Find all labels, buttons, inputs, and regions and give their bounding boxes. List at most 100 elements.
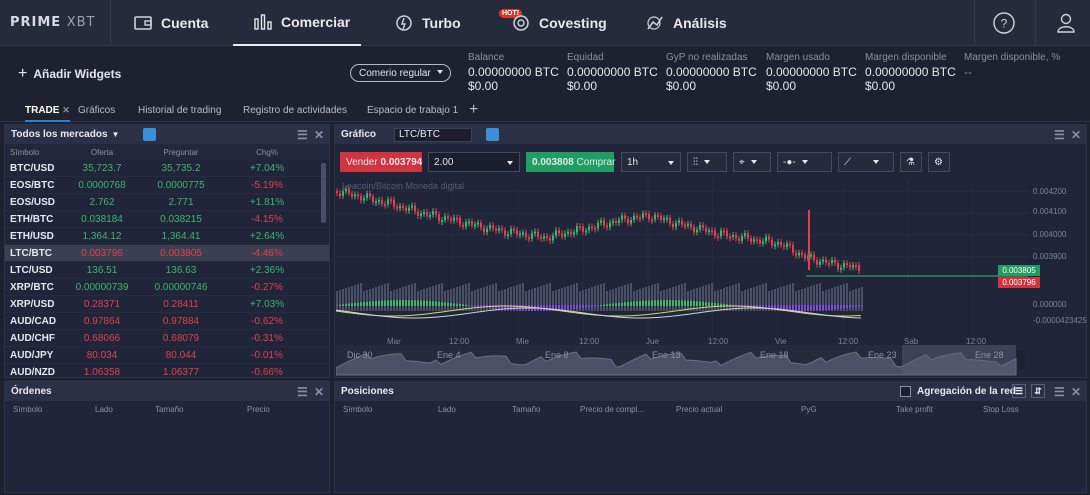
nav-cuenta[interactable]: Cuenta: [133, 0, 208, 46]
menu-icon[interactable]: ☰: [1054, 128, 1065, 142]
menu-icon[interactable]: ☰: [297, 385, 308, 399]
market-bid[interactable]: 0.28371: [63, 299, 141, 310]
tab-registro[interactable]: Registro de actividades: [243, 105, 347, 116]
col-size[interactable]: Tamaño: [155, 405, 247, 414]
market-ask[interactable]: 0.68079: [141, 333, 221, 344]
close-icon[interactable]: ✕: [1071, 385, 1081, 399]
market-row[interactable]: XRP/USD 0.28371 0.28411 +7.03%: [5, 296, 329, 313]
market-ask[interactable]: 136.63: [141, 265, 221, 276]
market-row[interactable]: ETH/USD 1,364.12 1,364.41 +2.64%: [5, 228, 329, 245]
trade-mode-select[interactable]: Comerio regular: [350, 64, 451, 82]
col-size[interactable]: Tamaño: [512, 405, 540, 414]
quantity-input[interactable]: 2.00: [428, 152, 520, 172]
col-stop-loss[interactable]: Stop Loss: [983, 405, 1019, 414]
close-icon[interactable]: ✕: [1071, 128, 1081, 142]
market-ask[interactable]: 2.771: [141, 197, 221, 208]
market-bid[interactable]: 0.00000739: [63, 282, 141, 293]
buy-button[interactable]: 0.003808 Comprar: [526, 152, 615, 172]
market-row[interactable]: ETH/BTC 0.038184 0.038215 -4.15%: [5, 211, 329, 228]
market-row[interactable]: AUD/CHF 0.68066 0.68079 -0.31%: [5, 330, 329, 347]
interval-select[interactable]: 1h: [621, 152, 681, 172]
col-current-price[interactable]: Precio actual: [676, 405, 722, 414]
settings-icon[interactable]: [143, 128, 157, 141]
sort-icon[interactable]: ⇵: [1031, 384, 1045, 398]
close-icon[interactable]: ✕: [314, 128, 324, 142]
market-row[interactable]: BTC/USD 35,723.7 35,735.2 +7.04%: [5, 160, 329, 177]
market-bid[interactable]: 1,364.12: [63, 231, 141, 242]
col-bid[interactable]: Oferta: [63, 148, 141, 157]
market-row[interactable]: AUD/CAD 0.97864 0.97884 -0.62%: [5, 313, 329, 330]
brand-logo[interactable]: PRIME XBT: [10, 15, 96, 30]
col-side[interactable]: Lado: [438, 405, 456, 414]
tab-trade[interactable]: TRADE ✕: [25, 105, 70, 122]
chevron-down-icon[interactable]: ▼: [112, 130, 120, 139]
market-ask[interactable]: 0.00000746: [141, 282, 221, 293]
market-row[interactable]: EOS/USD 2.762 2.771 +1.81%: [5, 194, 329, 211]
col-ask[interactable]: Preguntar: [141, 148, 221, 157]
sell-button[interactable]: Vender 0.003794: [340, 152, 422, 172]
add-tab-button[interactable]: +: [469, 101, 478, 119]
market-ask[interactable]: 1.06377: [141, 367, 221, 378]
tab-graficos[interactable]: Gráficos: [78, 105, 115, 116]
markets-title[interactable]: Todos los mercados: [11, 129, 108, 140]
col-price[interactable]: Precio: [247, 405, 317, 414]
price-chart[interactable]: [336, 178, 1028, 376]
col-side[interactable]: Lado: [95, 405, 155, 414]
market-ask[interactable]: 0.003805: [141, 248, 221, 259]
market-ask[interactable]: 0.038215: [141, 214, 221, 225]
menu-icon[interactable]: ☰: [1054, 385, 1065, 399]
tab-workspace[interactable]: Espacio de trabajo 1: [367, 105, 458, 116]
market-ask[interactable]: 1,364.41: [141, 231, 221, 242]
market-bid[interactable]: 0.038184: [63, 214, 141, 225]
market-bid[interactable]: 0.0000768: [63, 180, 141, 191]
nav-turbo[interactable]: Turbo: [394, 0, 461, 46]
market-bid[interactable]: 136.51: [63, 265, 141, 276]
market-row[interactable]: EOS/BTC 0.0000768 0.0000775 -5.19%: [5, 177, 329, 194]
market-ask[interactable]: 35,735.2: [141, 163, 221, 174]
market-row[interactable]: AUD/NZD 1.06358 1.06377 -0.66%: [5, 364, 329, 381]
gear-icon[interactable]: ⚙: [928, 152, 950, 172]
col-change[interactable]: Chg%: [221, 148, 313, 157]
market-row[interactable]: XRP/BTC 0.00000739 0.00000746 -0.27%: [5, 279, 329, 296]
market-row[interactable]: LTC/USD 136.51 136.63 +2.36%: [5, 262, 329, 279]
scrollbar[interactable]: [321, 163, 326, 223]
list-icon[interactable]: ☰: [1012, 384, 1026, 398]
close-icon[interactable]: ✕: [62, 105, 70, 115]
chart-type-button[interactable]: ⫶⫶: [687, 152, 727, 172]
market-row[interactable]: LTC/BTC 0.003796 0.003805 -4.46%: [5, 245, 329, 262]
user-icon[interactable]: [1053, 10, 1079, 36]
aggregation-checkbox[interactable]: [900, 386, 911, 397]
flask-icon[interactable]: ⚗: [900, 152, 922, 172]
market-bid[interactable]: 2.762: [63, 197, 141, 208]
market-ask[interactable]: 0.28411: [141, 299, 221, 310]
col-symbol[interactable]: Símbolo: [5, 405, 95, 414]
help-icon[interactable]: ?: [991, 10, 1017, 36]
nav-covesting[interactable]: Covesting: [511, 0, 607, 46]
col-symbol[interactable]: Símbolo: [343, 405, 372, 414]
symbol-input[interactable]: LTC/BTC: [394, 127, 473, 142]
market-bid[interactable]: 0.68066: [63, 333, 141, 344]
market-ask[interactable]: 0.97884: [141, 316, 221, 327]
market-bid[interactable]: 35,723.7: [63, 163, 141, 174]
market-row[interactable]: AUD/JPY 80.034 80.044 -0.01%: [5, 347, 329, 364]
market-bid[interactable]: 1.06358: [63, 367, 141, 378]
nav-analisis[interactable]: Análisis: [645, 0, 727, 46]
col-symbol[interactable]: Símbolo: [5, 148, 63, 157]
market-bid[interactable]: 0.003796: [63, 248, 141, 259]
col-take-profit[interactable]: Take profit: [896, 405, 933, 414]
line-style-button[interactable]: -●-: [777, 152, 832, 172]
settings-icon[interactable]: [486, 128, 500, 141]
market-ask[interactable]: 80.044: [141, 350, 221, 361]
drawing-tool-button[interactable]: ⟋: [838, 152, 894, 172]
market-ask[interactable]: 0.0000775: [141, 180, 221, 191]
nav-comerciar[interactable]: Comerciar: [233, 0, 361, 46]
col-pnl[interactable]: PyG: [801, 405, 817, 414]
indicators-button[interactable]: ⌖: [733, 152, 771, 172]
menu-icon[interactable]: ☰: [297, 128, 308, 142]
close-icon[interactable]: ✕: [314, 385, 324, 399]
market-bid[interactable]: 80.034: [63, 350, 141, 361]
add-widgets-button[interactable]: + Añadir Widgets: [18, 65, 121, 83]
col-fill-price[interactable]: Precio de compl...: [580, 405, 644, 414]
market-bid[interactable]: 0.97864: [63, 316, 141, 327]
tab-historial[interactable]: Historial de trading: [138, 105, 221, 116]
